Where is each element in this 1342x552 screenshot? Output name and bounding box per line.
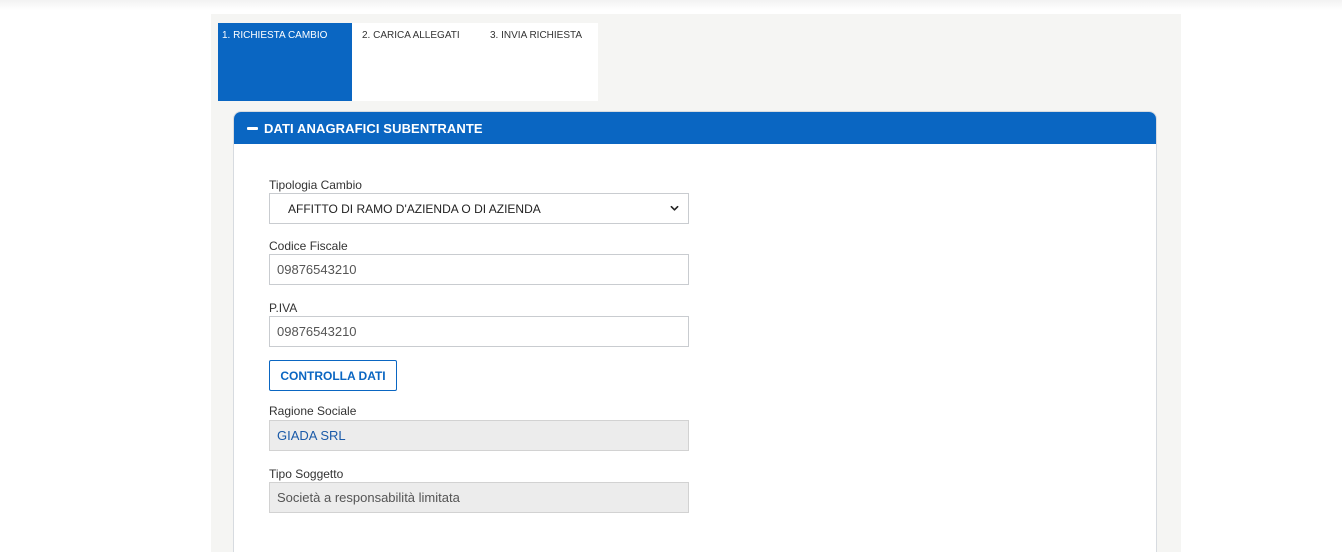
- step-tabs: 1. RICHIESTA CAMBIO 2. CARICA ALLEGATI 3…: [218, 23, 598, 101]
- tipo-soggetto-label: Tipo Soggetto: [269, 467, 344, 481]
- ragione-sociale-label: Ragione Sociale: [269, 404, 357, 418]
- codice-fiscale-value: 09876543210: [277, 262, 357, 277]
- codice-fiscale-input[interactable]: 09876543210: [269, 254, 689, 285]
- tipo-soggetto-value: Società a responsabilità limitata: [277, 490, 460, 505]
- ragione-sociale-field: GIADA SRL: [269, 420, 689, 451]
- piva-input[interactable]: 09876543210: [269, 316, 689, 347]
- codice-fiscale-label: Codice Fiscale: [269, 239, 348, 253]
- piva-value: 09876543210: [277, 324, 357, 339]
- tipologia-label: Tipologia Cambio: [269, 178, 362, 192]
- top-shadow: [0, 0, 1342, 10]
- chevron-down-icon: [670, 205, 679, 211]
- dati-anagrafici-panel: DATI ANAGRAFICI SUBENTRANTE Tipologia Ca…: [233, 111, 1157, 552]
- controlla-dati-button[interactable]: CONTROLLA DATI: [269, 360, 397, 391]
- ragione-sociale-value: GIADA SRL: [277, 428, 346, 443]
- minus-icon: [247, 126, 258, 130]
- tipologia-selected-value: AFFITTO DI RAMO D'AZIENDA O DI AZIENDA: [288, 201, 541, 216]
- tipo-soggetto-field: Società a responsabilità limitata: [269, 482, 689, 513]
- page-container: 1. RICHIESTA CAMBIO 2. CARICA ALLEGATI 3…: [211, 14, 1181, 552]
- panel-header-toggle[interactable]: DATI ANAGRAFICI SUBENTRANTE: [234, 112, 1156, 144]
- tab-carica-allegati[interactable]: 2. CARICA ALLEGATI: [352, 23, 480, 101]
- piva-label: P.IVA: [269, 301, 298, 315]
- panel-title: DATI ANAGRAFICI SUBENTRANTE: [264, 120, 483, 136]
- tab-invia-richiesta[interactable]: 3. INVIA RICHIESTA: [480, 23, 598, 101]
- tab-richiesta-cambio[interactable]: 1. RICHIESTA CAMBIO: [218, 23, 352, 101]
- tipologia-select[interactable]: AFFITTO DI RAMO D'AZIENDA O DI AZIENDA: [269, 193, 689, 224]
